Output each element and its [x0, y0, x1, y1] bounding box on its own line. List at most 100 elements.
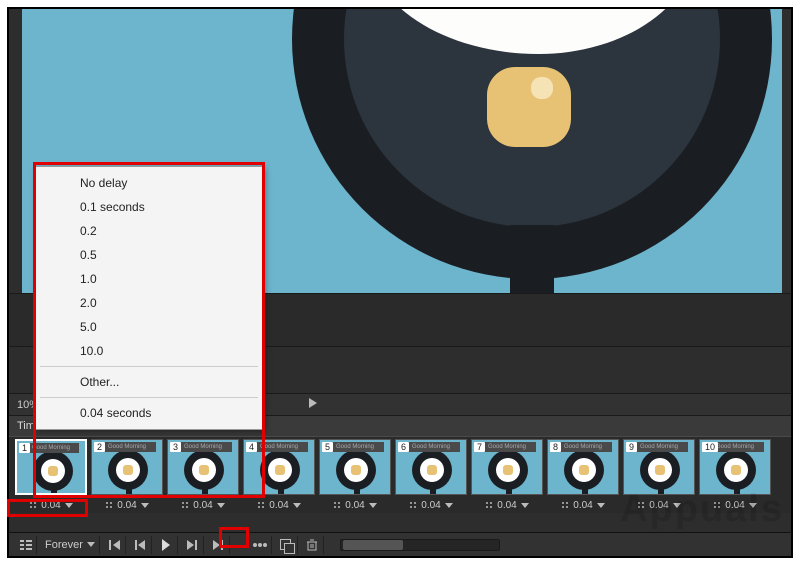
- frame-thumbnail[interactable]: 1 Good Morning: [15, 439, 87, 495]
- frames-scrollbar[interactable]: [340, 539, 500, 551]
- frame-number: 9: [626, 442, 637, 452]
- pan-handle: [510, 225, 554, 293]
- menu-item-current[interactable]: 0.04 seconds: [36, 401, 262, 425]
- chevron-down-icon: [521, 503, 529, 508]
- frame-delay-selector[interactable]: 0.04: [89, 497, 165, 513]
- menu-item[interactable]: 10.0: [36, 339, 262, 363]
- frame-delay-value: 0.04: [421, 500, 440, 511]
- frame-item[interactable]: 5 Good Morning 0.04: [317, 437, 393, 513]
- loop-select[interactable]: Forever: [41, 536, 100, 554]
- duplicate-frame-button[interactable]: [276, 536, 298, 554]
- frame-thumb-label: Good Morning: [554, 442, 612, 452]
- frame-delay-icon: [561, 501, 569, 509]
- convert-timeline-button[interactable]: [15, 536, 37, 554]
- frame-delay-icon: [257, 501, 265, 509]
- frame-delay-icon: [485, 501, 493, 509]
- frame-delay-selector[interactable]: 0.04: [697, 497, 773, 513]
- frame-item[interactable]: 8 Good Morning 0.04: [545, 437, 621, 513]
- frame-thumbnail[interactable]: 10 Good Morning: [699, 439, 771, 495]
- menu-item[interactable]: 2.0: [36, 291, 262, 315]
- timeline-toolbar: Forever: [9, 532, 791, 556]
- frame-delay-selector[interactable]: 0.04: [621, 497, 697, 513]
- menu-item[interactable]: 1.0: [36, 267, 262, 291]
- frame-thumbnail[interactable]: 5 Good Morning: [319, 439, 391, 495]
- frame-thumbnail[interactable]: 3 Good Morning: [167, 439, 239, 495]
- frame-number: 2: [94, 442, 105, 452]
- frames-strip[interactable]: 1 Good Morning 0.04 2 Good Morning: [9, 437, 791, 513]
- frame-delay-selector[interactable]: 0.04: [317, 497, 393, 513]
- menu-item[interactable]: 0.2: [36, 219, 262, 243]
- frame-delay-icon: [637, 501, 645, 509]
- frame-thumb-art: [330, 450, 382, 490]
- frame-thumb-label: Good Morning: [98, 442, 156, 452]
- frame-delay-selector[interactable]: 0.04: [165, 497, 241, 513]
- timeline-marker-icon[interactable]: [309, 398, 317, 408]
- menu-item[interactable]: 0.1 seconds: [36, 195, 262, 219]
- frame-thumb-label: Good Morning: [23, 443, 79, 453]
- frame-delay-icon: [29, 501, 37, 509]
- frame-thumbnail[interactable]: 8 Good Morning: [547, 439, 619, 495]
- last-frame-button[interactable]: [208, 536, 230, 554]
- first-frame-button[interactable]: [104, 536, 126, 554]
- frame-thumb-label: Good Morning: [630, 442, 688, 452]
- chevron-down-icon: [217, 503, 225, 508]
- frame-delay-menu: No delay0.1 seconds0.20.51.02.05.010.0 Ot…: [35, 166, 263, 430]
- frame-thumb-art: [254, 450, 306, 490]
- chevron-down-icon: [673, 503, 681, 508]
- frame-thumb-label: Good Morning: [174, 442, 232, 452]
- frame-thumb-label: Good Morning: [402, 442, 460, 452]
- frame-thumbnail[interactable]: 2 Good Morning: [91, 439, 163, 495]
- frame-thumbnail[interactable]: 6 Good Morning: [395, 439, 467, 495]
- frame-delay-selector[interactable]: 0.04: [393, 497, 469, 513]
- frame-delay-value: 0.04: [497, 500, 516, 511]
- frame-number: 6: [398, 442, 409, 452]
- frame-item[interactable]: 9 Good Morning 0.04: [621, 437, 697, 513]
- frame-number: 10: [702, 442, 718, 452]
- menu-item[interactable]: No delay: [36, 171, 262, 195]
- frame-thumbnail[interactable]: 9 Good Morning: [623, 439, 695, 495]
- frame-delay-icon: [181, 501, 189, 509]
- play-button[interactable]: [156, 536, 178, 554]
- frame-thumbnail[interactable]: 7 Good Morning: [471, 439, 543, 495]
- menu-separator: [40, 397, 258, 398]
- frame-delay-value: 0.04: [193, 500, 212, 511]
- frame-thumb-art: [102, 450, 154, 490]
- frame-item[interactable]: 1 Good Morning 0.04: [13, 437, 89, 513]
- chevron-down-icon: [293, 503, 301, 508]
- prev-frame-button[interactable]: [130, 536, 152, 554]
- frame-thumb-label: Good Morning: [250, 442, 308, 452]
- frame-delay-selector[interactable]: 0.04: [545, 497, 621, 513]
- menu-item[interactable]: 5.0: [36, 315, 262, 339]
- frame-thumb-art: [558, 450, 610, 490]
- frame-thumb-art: [710, 450, 762, 490]
- delete-frame-button[interactable]: [302, 536, 324, 554]
- frame-thumb-label: Good Morning: [326, 442, 384, 452]
- chevron-down-icon: [445, 503, 453, 508]
- scrollbar-thumb[interactable]: [343, 540, 403, 550]
- frame-item[interactable]: 4 Good Morning 0.04: [241, 437, 317, 513]
- frame-delay-selector[interactable]: 0.04: [13, 497, 89, 513]
- frame-item[interactable]: 6 Good Morning 0.04: [393, 437, 469, 513]
- menu-item-other[interactable]: Other...: [36, 370, 262, 394]
- frame-item[interactable]: 3 Good Morning 0.04: [165, 437, 241, 513]
- frame-number: 4: [246, 442, 257, 452]
- tween-button[interactable]: [250, 536, 272, 554]
- menu-item[interactable]: 0.5: [36, 243, 262, 267]
- chevron-down-icon: [369, 503, 377, 508]
- frame-delay-selector[interactable]: 0.04: [469, 497, 545, 513]
- chevron-down-icon: [87, 542, 95, 547]
- frame-delay-selector[interactable]: 0.04: [241, 497, 317, 513]
- frame-thumbnail[interactable]: 4 Good Morning: [243, 439, 315, 495]
- chevron-down-icon: [749, 503, 757, 508]
- frame-item[interactable]: 7 Good Morning 0.04: [469, 437, 545, 513]
- frame-number: 5: [322, 442, 333, 452]
- frame-thumb-art: [27, 451, 79, 491]
- egg-yolk: [487, 67, 571, 147]
- frame-delay-value: 0.04: [725, 500, 744, 511]
- frame-thumb-art: [406, 450, 458, 490]
- frame-delay-value: 0.04: [41, 500, 60, 511]
- frame-item[interactable]: 10 Good Morning 0.04: [697, 437, 773, 513]
- frame-thumb-label: Good Morning: [478, 442, 536, 452]
- frame-item[interactable]: 2 Good Morning 0.04: [89, 437, 165, 513]
- next-frame-button[interactable]: [182, 536, 204, 554]
